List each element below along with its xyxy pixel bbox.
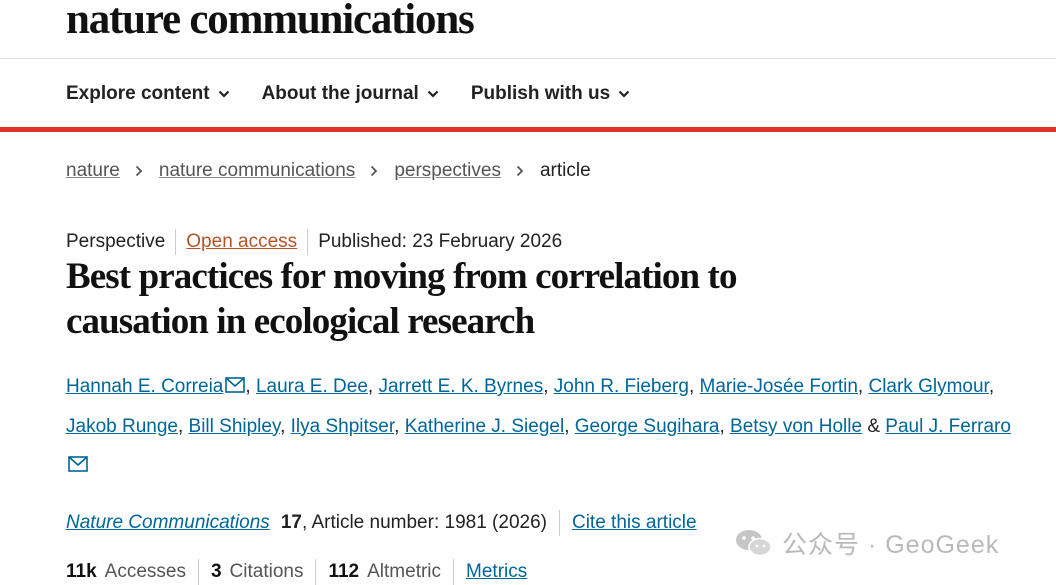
main-nav: Explore content About the journal Publis… — [66, 80, 662, 108]
chevron-down-icon — [618, 90, 630, 98]
author-link[interactable]: Jarrett E. K. Byrnes — [378, 376, 543, 397]
author-link[interactable]: Laura E. Dee — [256, 376, 368, 397]
journal-link[interactable]: Nature Communications — [66, 512, 270, 534]
cite-article-link[interactable]: Cite this article — [572, 512, 697, 534]
article-type: Perspective — [66, 231, 166, 252]
breadcrumb-nature[interactable]: nature — [66, 160, 120, 182]
author-link[interactable]: Hannah E. Correia — [66, 376, 223, 397]
cite-divider — [558, 510, 560, 536]
volume: 17 — [280, 512, 302, 533]
altmetric-label: Altmetric — [367, 561, 442, 582]
nav-label: Explore content — [66, 83, 210, 104]
author-list: Hannah E. Correia, Laura E. Dee, Jarrett… — [66, 367, 1016, 486]
envelope-icon[interactable] — [225, 377, 246, 393]
author-link[interactable]: Marie-Josée Fortin — [700, 376, 858, 397]
chevron-down-icon — [218, 90, 229, 98]
article-meta: Perspective Open access Published: 23 Fe… — [66, 229, 562, 255]
metrics-divider — [197, 559, 199, 585]
altmetric-value: 112 — [328, 561, 360, 582]
breadcrumb-nature-communications[interactable]: nature communications — [159, 160, 355, 182]
chevron-right-icon — [516, 165, 524, 177]
author-link[interactable]: George Sugihara — [575, 416, 720, 437]
accesses-label: Accesses — [104, 561, 186, 582]
meta-divider — [175, 229, 177, 255]
breadcrumb-perspectives[interactable]: perspectives — [394, 160, 501, 182]
author-link[interactable]: Bill Shipley — [189, 416, 281, 437]
metrics-link[interactable]: Metrics — [466, 561, 527, 583]
author-link[interactable]: Paul J. Ferraro — [885, 416, 1011, 437]
nav-label: Publish with us — [470, 83, 611, 104]
watermark: 公众号 · GeoGeek — [734, 525, 999, 561]
header-divider — [0, 58, 1056, 59]
nav-explore-content[interactable]: Explore content — [66, 83, 230, 105]
meta-divider — [307, 229, 309, 255]
wechat-icon — [736, 530, 772, 557]
article-number: , Article number: 1981 (2026) — [301, 512, 547, 533]
accesses-value: 11k — [66, 561, 97, 582]
nav-about-journal[interactable]: About the journal — [262, 83, 439, 105]
citations-value: 3 — [210, 561, 222, 582]
nav-publish-with-us[interactable]: Publish with us — [471, 83, 630, 105]
metrics-divider — [453, 559, 455, 585]
article-title: Best practices for moving from correlati… — [66, 256, 737, 342]
watermark-text: 公众号 · GeoGeek — [782, 531, 1000, 559]
site-logo[interactable]: nature communications — [66, 0, 475, 50]
author-link[interactable]: Katherine J. Siegel — [405, 416, 565, 437]
author-link[interactable]: John R. Fieberg — [554, 376, 689, 397]
envelope-icon[interactable] — [68, 456, 88, 472]
citation-line: Nature Communications 17 , Article numbe… — [66, 510, 697, 536]
article-metrics: 11k Accesses 3 Citations 112 Altmetric M… — [66, 559, 527, 585]
author-link[interactable]: Ilya Shpitser — [291, 416, 395, 437]
metrics-divider — [315, 559, 317, 585]
chevron-right-icon — [371, 165, 378, 177]
author-link[interactable]: Betsy von Holle — [730, 416, 862, 437]
citations-label: Citations — [229, 561, 304, 582]
chevron-down-icon — [427, 90, 439, 98]
breadcrumb: nature nature communications perspective… — [66, 160, 591, 182]
published-date: Published: 23 February 2026 — [318, 231, 563, 252]
breadcrumb-current: article — [539, 160, 591, 181]
nav-label: About the journal — [261, 83, 419, 104]
open-access-link[interactable]: Open access — [186, 231, 297, 253]
accent-bar — [0, 127, 1056, 132]
author-link[interactable]: Clark Glymour — [868, 376, 988, 397]
chevron-right-icon — [135, 165, 143, 177]
author-link[interactable]: Jakob Runge — [66, 416, 178, 437]
